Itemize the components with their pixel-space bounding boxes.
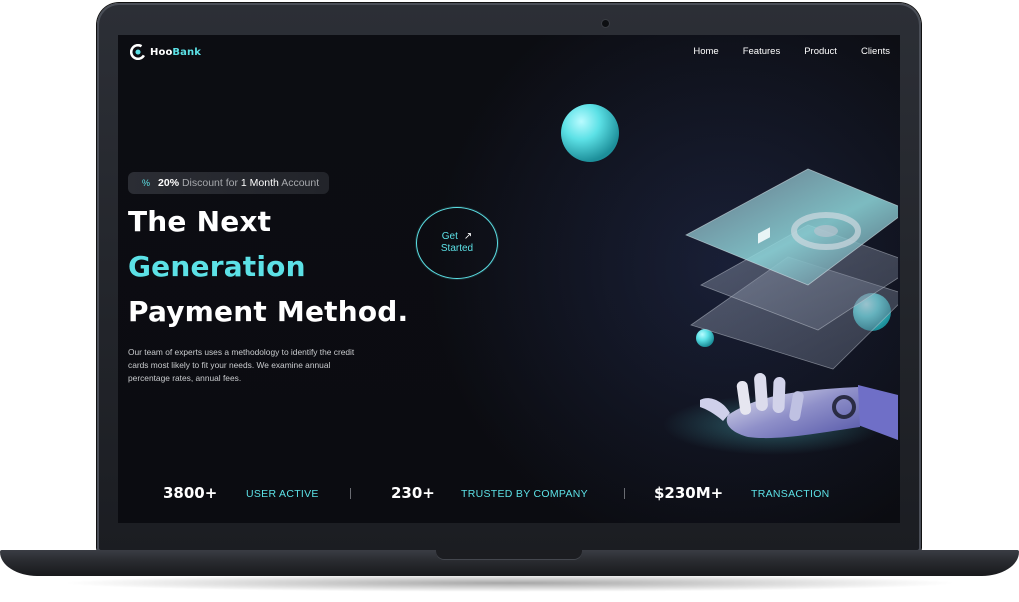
stat-label-companies: TRUSTED BY COMPANY	[461, 488, 588, 500]
stat-value-transactions: $230M+	[654, 484, 724, 502]
logo[interactable]: HooBank	[130, 44, 201, 60]
stat-label-users: USER ACTIVE	[246, 488, 319, 500]
laptop-notch	[436, 550, 582, 560]
nav-features[interactable]: Features	[743, 46, 781, 57]
sphere-top	[561, 104, 619, 162]
laptop-shadow	[60, 574, 960, 592]
main-nav: Home Features Product Clients	[693, 46, 890, 57]
hero-title-line-2: Generation	[128, 250, 306, 283]
camera	[602, 20, 609, 27]
nav-home[interactable]: Home	[693, 46, 718, 57]
stat-value-users: 3800+	[163, 484, 218, 502]
screen: HooBank Home Features Product Clients % …	[118, 35, 900, 523]
stat-label-transactions: TRANSACTION	[751, 488, 830, 500]
arrow-up-right-icon: ↗	[463, 231, 473, 242]
cta-label-line-1: Get	[441, 231, 458, 242]
hero-description: Our team of experts uses a methodology t…	[128, 347, 355, 383]
nav-clients[interactable]: Clients	[861, 46, 890, 57]
discount-badge: % 20% Discount for 1 Month Account	[128, 172, 330, 194]
get-started-button[interactable]: Get ↗ Started	[416, 207, 498, 279]
discount-icon: %	[142, 178, 151, 188]
hero-title-line-1: The Next	[128, 205, 272, 238]
hero-illustration	[561, 104, 898, 455]
stat-divider	[350, 488, 351, 499]
hero-title-line-3: Payment Method.	[128, 295, 409, 328]
logo-text: HooBank	[150, 46, 201, 58]
hoobank-logo-icon	[130, 44, 146, 60]
stats-bar: 3800+ USER ACTIVE 230+ TRUSTED BY COMPAN…	[118, 484, 900, 504]
stat-divider	[624, 488, 625, 499]
discount-text: 20% Discount for 1 Month Account	[158, 177, 320, 189]
nav-product[interactable]: Product	[804, 46, 837, 57]
stat-value-companies: 230+	[391, 484, 435, 502]
cta-label-line-2: Started	[440, 243, 474, 254]
